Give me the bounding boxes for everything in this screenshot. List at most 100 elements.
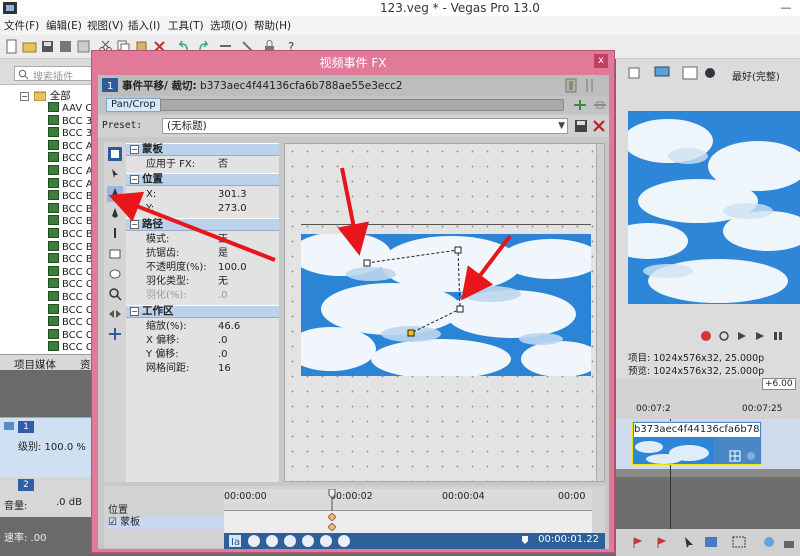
plugin-chain-remove-icon[interactable] xyxy=(592,98,608,112)
video-track-header[interactable]: 1 级别: 100.0 % xyxy=(0,417,95,477)
normal-edit-icon[interactable] xyxy=(107,166,123,182)
plugin-list-item[interactable]: BCC B xyxy=(48,202,93,216)
section-workspace[interactable]: − 工作区 xyxy=(126,305,279,318)
plugin-list-item[interactable]: BCC A xyxy=(48,177,93,191)
preset-dropdown[interactable]: (无标题) ▼ xyxy=(162,118,568,134)
loop-icon[interactable] xyxy=(718,330,730,342)
fx-dialog-titlebar[interactable]: 视频事件 FX x xyxy=(92,51,614,73)
menu-view[interactable]: 视图(V) xyxy=(87,18,123,33)
prop-mode[interactable]: 模式: 正 xyxy=(126,233,279,247)
plugin-list-item[interactable]: BCC A xyxy=(48,165,93,178)
plugin-list-item[interactable]: BCC B xyxy=(48,253,93,266)
prop-x-offset[interactable]: X 偏移: .0 xyxy=(126,334,279,348)
keyframe-diamond[interactable] xyxy=(328,523,336,531)
kf-label-mask[interactable]: ☑ 蒙板 xyxy=(108,517,224,529)
prop-x[interactable]: X: 301.3 xyxy=(126,188,279,202)
tab-pan-crop[interactable]: Pan/Crop xyxy=(106,98,161,112)
menu-edit[interactable]: 编辑(E) xyxy=(46,18,82,33)
prop-value[interactable]: 273.0 xyxy=(218,202,247,216)
keyframe-ruler[interactable]: 00:00:00 00:00:02 00:00:04 00:00 xyxy=(224,489,592,511)
prop-y[interactable]: Y: 273.0 xyxy=(126,202,279,216)
new-file-icon[interactable] xyxy=(4,39,19,54)
prop-value[interactable]: 无 xyxy=(218,275,228,289)
save-icon[interactable] xyxy=(40,39,55,54)
mask-anchor-point[interactable] xyxy=(454,246,462,254)
section-position[interactable]: − 位置 xyxy=(126,173,279,186)
track-collapse-icon[interactable] xyxy=(4,422,14,430)
plugin-chain-icon[interactable]: 1 xyxy=(102,78,118,92)
event-fx-icon[interactable] xyxy=(745,450,757,462)
add-keyframe-button[interactable] xyxy=(284,535,296,547)
save-preset-icon[interactable] xyxy=(574,119,588,133)
flip-horizontal-icon[interactable] xyxy=(107,306,123,322)
track-volume-value[interactable]: .0 dB xyxy=(56,497,82,508)
section-mask[interactable]: − 蒙板 xyxy=(126,143,279,156)
plugin-list-item[interactable]: BCC B xyxy=(48,215,93,228)
plugin-list-item[interactable]: BCC C xyxy=(48,291,93,304)
prop-value[interactable]: 否 xyxy=(218,158,228,172)
mask-anchor-point-active[interactable] xyxy=(407,329,415,337)
overlay-icon[interactable] xyxy=(704,67,716,79)
marker-icon[interactable] xyxy=(632,537,642,549)
prop-antialias[interactable]: 抗锯齿: 是 xyxy=(126,247,279,261)
render-icon[interactable] xyxy=(58,39,73,54)
prop-value[interactable]: 正 xyxy=(218,233,228,247)
prop-value[interactable]: 16 xyxy=(218,362,231,376)
plugin-list-item[interactable]: BCC 3 xyxy=(48,114,92,128)
plugin-list-item[interactable]: BCC C xyxy=(48,303,93,317)
prop-opacity[interactable]: 不透明度(%): 100.0 xyxy=(126,261,279,275)
collapse-icon[interactable]: − xyxy=(130,145,139,154)
prop-feather-type[interactable]: 羽化类型: 无 xyxy=(126,275,279,289)
playback-rate[interactable]: 速率: .00 xyxy=(4,529,46,544)
prop-zoom[interactable]: 缩放(%): 46.6 xyxy=(126,320,279,334)
plugin-list-item[interactable]: AAV C xyxy=(48,102,92,115)
region-icon[interactable] xyxy=(656,537,666,549)
plugin-chain-add-icon[interactable] xyxy=(572,98,588,112)
auto-ripple-icon[interactable] xyxy=(762,535,776,549)
prop-value[interactable]: 46.6 xyxy=(218,320,240,334)
sync-cursor-icon[interactable]: Ia xyxy=(228,534,242,548)
plugin-list-item[interactable]: BCC B xyxy=(48,190,93,203)
menu-insert[interactable]: 插入(I) xyxy=(128,18,160,33)
prev-keyframe-button[interactable] xyxy=(266,535,278,547)
plugin-list-item[interactable]: BCC C xyxy=(48,278,93,291)
record-icon[interactable] xyxy=(700,330,712,342)
pen-delete-icon[interactable] xyxy=(107,226,123,242)
plugin-list-item[interactable]: BCC C xyxy=(48,328,93,342)
enable-mask-icon[interactable] xyxy=(107,146,123,162)
plugin-list-item[interactable]: BCC C xyxy=(48,341,93,354)
fx-layout-icon[interactable] xyxy=(584,78,596,93)
split-screen-icon[interactable] xyxy=(682,66,698,80)
anchor-creation-tool-icon[interactable] xyxy=(107,186,123,202)
normal-edit-tool-icon[interactable] xyxy=(682,535,696,549)
properties-icon[interactable] xyxy=(76,39,91,54)
preview-quality[interactable]: 最好(完整) xyxy=(732,68,780,83)
monitor-icon[interactable] xyxy=(654,66,670,80)
prop-grid-spacing[interactable]: 网格间距: 16 xyxy=(126,362,279,376)
zoom-icon[interactable] xyxy=(107,286,123,302)
tree-root[interactable]: − 全部 xyxy=(20,88,71,103)
first-keyframe-button[interactable] xyxy=(248,535,260,547)
menu-help[interactable]: 帮助(H) xyxy=(254,18,291,33)
menu-tools[interactable]: 工具(T) xyxy=(168,18,204,33)
close-button[interactable]: x xyxy=(594,54,608,68)
keyframe-cursor-icon[interactable] xyxy=(328,489,336,511)
collapse-icon[interactable]: − xyxy=(130,307,139,316)
plugin-list-item[interactable]: BCC B xyxy=(48,228,93,241)
minimize-button[interactable]: — xyxy=(772,0,800,16)
keyframe-diamond[interactable] xyxy=(328,513,336,521)
plugin-search-input[interactable]: 搜索插件 xyxy=(14,66,94,83)
delete-preset-icon[interactable] xyxy=(592,119,606,133)
menu-options[interactable]: 选项(O) xyxy=(210,18,247,33)
kf-label-position[interactable]: 位置 xyxy=(108,505,128,517)
preview-settings-icon[interactable] xyxy=(628,67,640,79)
mask-anchor-point[interactable] xyxy=(456,305,464,313)
prop-value[interactable]: 100.0 xyxy=(218,261,247,275)
rectangle-mask-icon[interactable] xyxy=(107,246,123,262)
section-path[interactable]: − 路径 xyxy=(126,218,279,231)
pan-crop-canvas[interactable] xyxy=(284,143,605,482)
ellipse-mask-icon[interactable] xyxy=(107,266,123,282)
last-keyframe-button[interactable] xyxy=(320,535,332,547)
keyframe-current-time[interactable]: 00:00:01.22 xyxy=(538,534,599,545)
delete-keyframe-button[interactable] xyxy=(338,535,350,547)
